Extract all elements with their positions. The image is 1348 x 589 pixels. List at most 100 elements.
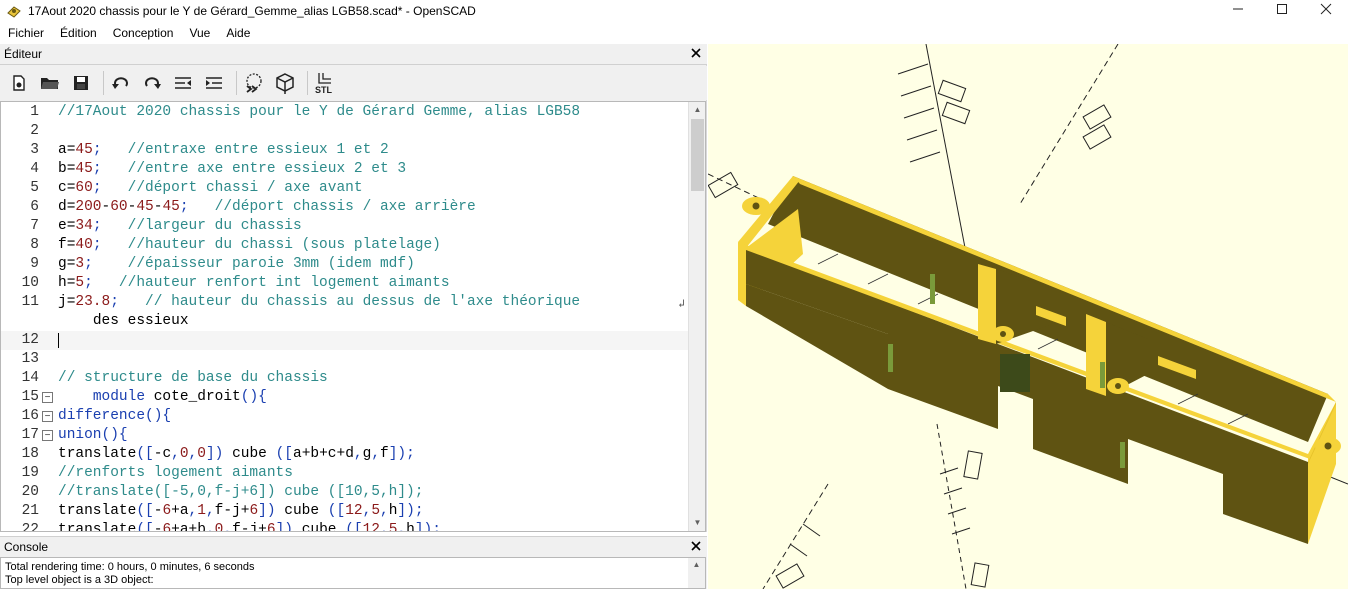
code-token: + [336, 446, 346, 462]
unindent-button[interactable] [170, 70, 196, 96]
code-comment: //largeur du chassis [127, 218, 302, 234]
scroll-up-arrow-icon[interactable]: ▲ [688, 558, 705, 572]
code-token: [ [145, 446, 154, 462]
code-token: d [58, 199, 67, 215]
code-token: [ [284, 446, 293, 462]
maximize-icon [1277, 4, 1287, 14]
code-token: 0 [197, 446, 206, 462]
fold-collapse-icon[interactable]: − [42, 392, 53, 403]
code-line[interactable]: 9 g=3; //épaisseur paroie 3mm (idem mdf) [1, 255, 689, 274]
line-number: 20 [21, 484, 39, 500]
line-number: 10 [21, 275, 39, 291]
undo-icon [112, 77, 128, 89]
console-title-label: Console [4, 539, 49, 554]
code-line[interactable]: des essieux [1, 312, 689, 331]
redo-button[interactable] [139, 70, 165, 96]
code-token: f [380, 446, 389, 462]
code-line[interactable]: 2 [1, 122, 689, 141]
code-line[interactable]: 3 a=45; //entraxe entre essieux 1 et 2 [1, 141, 689, 160]
code-text: a=45; //entraxe entre essieux 1 et 2 [58, 141, 389, 160]
code-line[interactable]: 22 translate([-6+a+b,0,f-j+6]) cube ([12,… [1, 521, 689, 532]
fold-collapse-icon[interactable]: − [42, 411, 53, 422]
code-line[interactable]: 4 b=45; //entre axe entre essieux 2 et 3 [1, 160, 689, 179]
close-window-button[interactable] [1304, 0, 1348, 18]
preview-button[interactable] [241, 70, 267, 96]
code-token: 34 [75, 218, 93, 234]
code-text: //17Aout 2020 chassis pour le Y de Gérar… [58, 103, 580, 122]
code-line[interactable]: 8 f=40; //hauteur du chassi (sous platela… [1, 236, 689, 255]
code-line[interactable]: 13 [1, 350, 689, 369]
menu-conception[interactable]: Conception [105, 26, 182, 40]
indent-button[interactable] [201, 70, 227, 96]
export-stl-button[interactable]: STL [312, 70, 338, 96]
code-editor[interactable]: 1 //17Aout 2020 chassis pour le Y de Géra… [0, 101, 706, 532]
code-token: , [362, 503, 372, 519]
editor-vertical-scrollbar[interactable]: ▲ ▼ [688, 102, 705, 531]
code-line[interactable]: 11 j=23.8; // hauteur du chassis au dessu… [1, 293, 689, 312]
code-token: j [58, 294, 67, 310]
save-icon [74, 76, 88, 90]
console-close-button[interactable] [689, 539, 703, 553]
line-number: 12 [21, 332, 39, 348]
editor-close-button[interactable] [689, 46, 703, 60]
close-icon [691, 541, 701, 551]
console-line: Top level object is a 3D object: [5, 574, 154, 586]
line-number: 18 [21, 446, 39, 462]
code-line[interactable]: 17− union(){ [1, 426, 689, 445]
code-line[interactable]: 5 c=60; //déport chassi / axe avant [1, 179, 689, 198]
undo-button[interactable] [108, 70, 134, 96]
code-line[interactable]: 16− difference(){ [1, 407, 689, 426]
menu-vue[interactable]: Vue [181, 26, 218, 40]
code-token: ; [92, 218, 102, 234]
code-token: , [171, 446, 180, 462]
code-token: 45 [75, 142, 93, 158]
code-line[interactable]: 19 //renforts logement aimants [1, 464, 689, 483]
open-file-button[interactable] [37, 70, 63, 96]
code-token: translate [58, 522, 137, 532]
render-button[interactable] [272, 70, 298, 96]
code-text: union(){ [58, 426, 128, 445]
scrollbar-thumb[interactable] [691, 119, 704, 191]
new-file-icon [13, 75, 25, 91]
3d-viewport[interactable] [708, 44, 1348, 589]
code-token: a [292, 446, 302, 462]
code-token: - [101, 199, 111, 215]
scroll-down-arrow-icon[interactable]: ▼ [689, 515, 705, 531]
window-title: 17Aout 2020 chassis pour le Y de Gérard_… [28, 4, 476, 18]
code-comment: //renforts logement aimants [58, 465, 293, 481]
preview-icon [246, 73, 262, 93]
code-line[interactable]: 7 e=34; //largeur du chassis [1, 217, 689, 236]
code-line[interactable]: 1 //17Aout 2020 chassis pour le Y de Géra… [1, 103, 689, 122]
code-line[interactable]: 15− module cote_droit(){ [1, 388, 689, 407]
save-button[interactable] [68, 70, 94, 96]
scroll-up-arrow-icon[interactable]: ▲ [689, 102, 705, 118]
menu-fichier[interactable]: Fichier [0, 26, 52, 40]
code-line[interactable]: 12 [1, 331, 689, 350]
code-line[interactable]: 21 translate([-6+a,1,f-j+6]) cube ([12,5,… [1, 502, 689, 521]
code-token: [ [336, 503, 346, 519]
new-file-button[interactable] [6, 70, 32, 96]
code-line[interactable]: 20 //translate([-5,0,f-j+6]) cube ([10,5,… [1, 483, 689, 502]
export-stl-icon: STL [315, 73, 333, 95]
code-line[interactable]: 6 d=200-60-45-45; //déport chassis / axe … [1, 198, 689, 217]
minimize-button[interactable] [1216, 0, 1260, 18]
code-token: + [319, 446, 328, 462]
code-token: difference [58, 408, 146, 424]
console-vertical-scrollbar[interactable]: ▲ [688, 558, 705, 588]
code-comment: // structure de base du chassis [58, 370, 328, 386]
code-comment: //entre axe entre essieux 2 et 3 [127, 161, 407, 177]
menu-edition[interactable]: Édition [52, 26, 105, 40]
code-token: ) [423, 522, 433, 532]
maximize-button[interactable] [1260, 0, 1304, 18]
code-text: e=34; //largeur du chassis [58, 217, 302, 236]
code-line[interactable]: 10 h=5; //hauteur renfort int logement ai… [1, 274, 689, 293]
code-token: f [232, 522, 241, 532]
code-line[interactable]: 18 translate([-c,0,0]) cube ([a+b+c+d,g,f… [1, 445, 689, 464]
code-token: c [162, 446, 172, 462]
code-line[interactable]: 14 // structure de base du chassis [1, 369, 689, 388]
fold-collapse-icon[interactable]: − [42, 430, 53, 441]
menu-aide[interactable]: Aide [218, 26, 258, 40]
